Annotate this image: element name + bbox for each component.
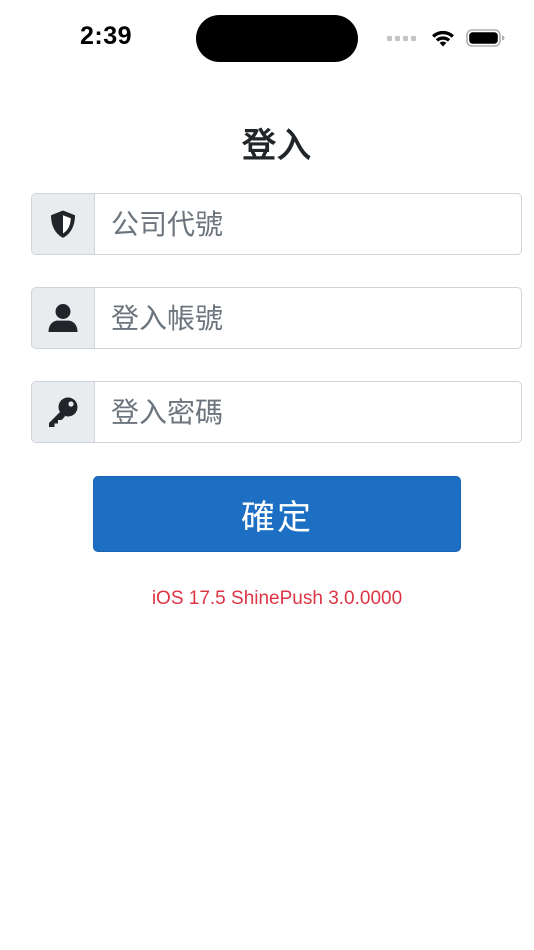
- password-addon: [32, 382, 95, 442]
- account-input[interactable]: [95, 288, 521, 348]
- company-code-group: [31, 193, 522, 255]
- user-icon: [48, 304, 78, 332]
- company-code-addon: [32, 194, 95, 254]
- battery-icon: [466, 29, 505, 47]
- account-group: [31, 287, 522, 349]
- key-icon: [49, 397, 78, 427]
- account-addon: [32, 288, 95, 348]
- version-text: iOS 17.5 ShinePush 3.0.0000: [151, 588, 403, 609]
- cellular-signal-icon: [387, 35, 416, 41]
- page-title: 登入: [242, 126, 312, 166]
- status-icons: [387, 26, 506, 50]
- status-bar: 2:39: [0, 0, 534, 78]
- company-code-input[interactable]: [95, 194, 521, 254]
- wifi-icon: [432, 30, 454, 47]
- status-time: 2:39: [80, 22, 133, 50]
- dynamic-island: [196, 15, 358, 62]
- password-group: [31, 381, 522, 443]
- confirm-button[interactable]: 確定: [93, 476, 461, 552]
- password-input[interactable]: [95, 382, 521, 442]
- shield-icon: [51, 210, 75, 238]
